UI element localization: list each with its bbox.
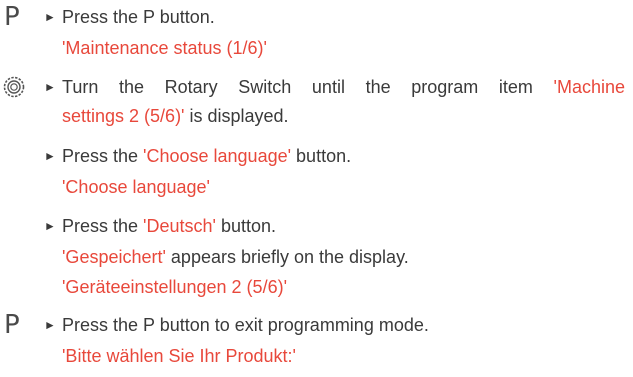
instruction-part: Press the	[62, 216, 144, 236]
rotary-switch-icon	[3, 76, 25, 98]
program-item-name: settings 2 (5/6)'	[62, 106, 185, 126]
instruction-part: Turn the Rotary Switch until the program…	[62, 77, 554, 97]
button-name: 'Deutsch'	[143, 216, 216, 236]
instruction-text: Press the 'Deutsch' button.	[62, 211, 625, 241]
display-row: 'Geräteeinstellungen 2 (5/6)'	[0, 272, 633, 302]
instruction-text: Press the 'Choose language' button.	[62, 141, 625, 171]
step-row: P ► Press the P button to exit programmi…	[0, 310, 633, 340]
instruction-part: appears briefly on the display.	[165, 247, 409, 267]
instruction-text: Press the P button to exit programming m…	[62, 315, 429, 335]
bullet-icon: ►	[44, 149, 56, 163]
bullet-icon: ►	[44, 80, 56, 94]
display-row: 'Gespeichert' appears briefly on the dis…	[0, 242, 633, 272]
button-name: 'Choose language'	[143, 146, 292, 166]
display-row: 'Bitte wählen Sie Ihr Produkt:'	[0, 341, 633, 371]
display-message: 'Gespeichert'	[62, 247, 166, 267]
bullet-icon: ►	[44, 10, 56, 24]
instruction-text: settings 2 (5/6)' is displayed.	[62, 101, 625, 131]
display-message: 'Maintenance status (1/6)'	[62, 38, 267, 58]
program-item-name: 'Machine	[553, 77, 625, 97]
instruction-part: button.	[215, 216, 276, 236]
step-row: ► Press the 'Choose language' button.	[0, 141, 633, 171]
instruction-part: Press the	[62, 146, 144, 166]
display-row: 'Maintenance status (1/6)'	[0, 33, 633, 63]
step-row: ► Press the 'Deutsch' button.	[0, 211, 633, 241]
display-row: 'Choose language'	[0, 172, 633, 202]
step-row: P ► Press the P button.	[0, 2, 633, 32]
instruction-text: Press the P button.	[62, 7, 215, 27]
display-message: 'Choose language'	[62, 177, 210, 197]
bullet-icon: ►	[44, 318, 56, 332]
instruction-part: is displayed.	[184, 106, 289, 126]
bullet-icon: ►	[44, 219, 56, 233]
instruction-text: Turn the Rotary Switch until the program…	[62, 72, 625, 102]
display-message: 'Geräteeinstellungen 2 (5/6)'	[62, 277, 288, 297]
instruction-part: button.	[291, 146, 352, 166]
step-row: ► Turn the Rotary Switch until the progr…	[0, 72, 633, 102]
program-button-icon: P	[4, 310, 20, 340]
program-button-icon: P	[4, 2, 20, 32]
step-continuation: settings 2 (5/6)' is displayed.	[0, 101, 633, 131]
instruction-text: 'Gespeichert' appears briefly on the dis…	[62, 242, 625, 272]
display-message: 'Bitte wählen Sie Ihr Produkt:'	[62, 346, 296, 366]
